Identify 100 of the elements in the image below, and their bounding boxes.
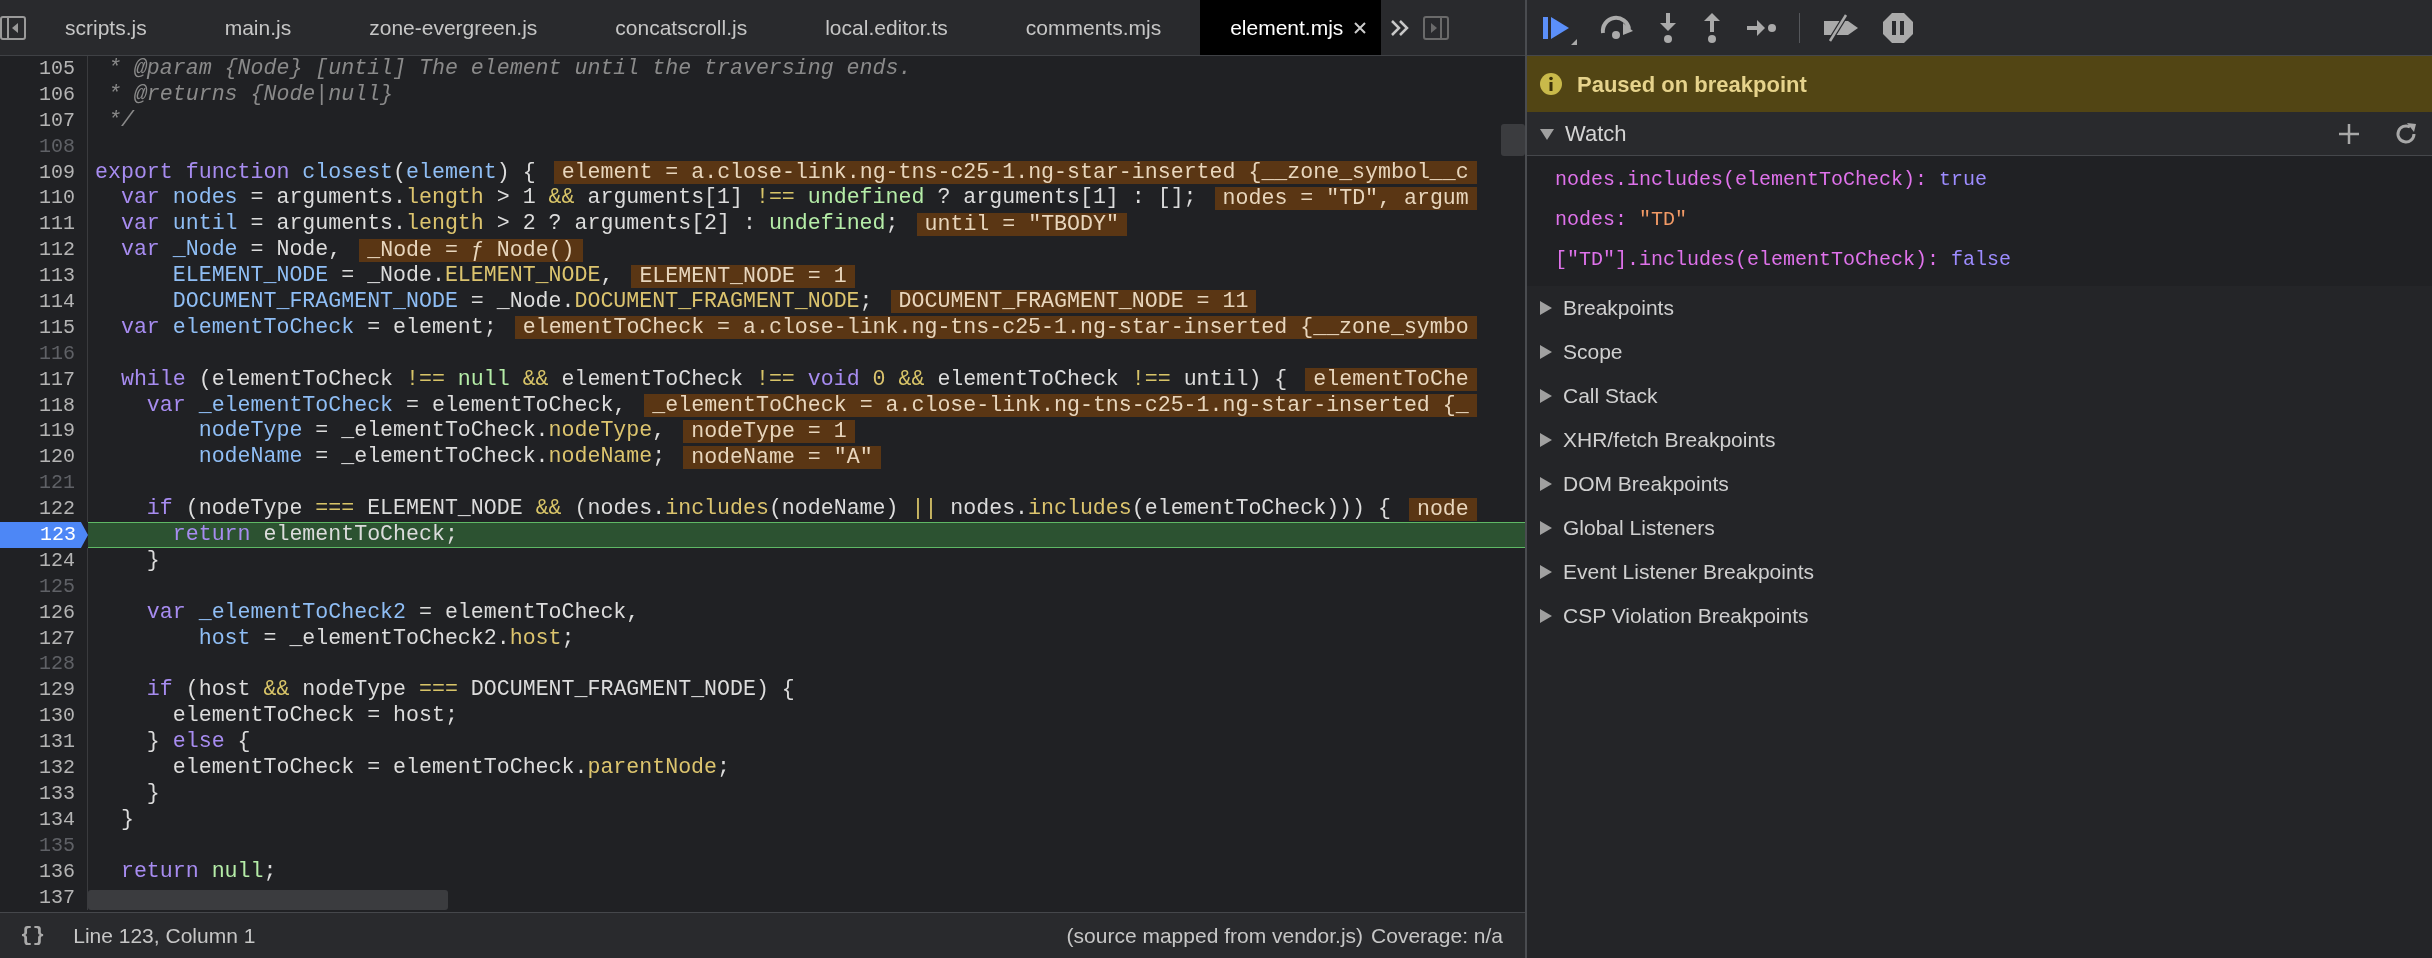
line-number[interactable]: 110 [0, 185, 88, 212]
editor-tab[interactable]: local.editor.ts [786, 0, 987, 55]
refresh-button[interactable] [2394, 121, 2418, 146]
line-number[interactable]: 132 [0, 755, 88, 781]
line-number[interactable]: 113 [0, 263, 88, 289]
section-header[interactable]: Breakpoints [1527, 286, 2432, 330]
sidebar-toggle-icon [1423, 15, 1450, 40]
deactivate-breakpoints-button[interactable] [1822, 12, 1860, 43]
section-header[interactable]: CSP Violation Breakpoints [1527, 594, 2432, 638]
section-title: Global Listeners [1563, 515, 1715, 542]
line-number[interactable]: 112 [0, 237, 88, 264]
line-number[interactable]: 120 [0, 444, 88, 471]
section-header[interactable]: Call Stack [1527, 374, 2432, 418]
line-number[interactable]: 106 [0, 81, 88, 108]
inline-value: node [1408, 497, 1477, 521]
code-text: host = _elementToCheck2.host; [197, 625, 575, 652]
watch-expression[interactable]: nodes.includes(elementToCheck): true [1527, 160, 2432, 200]
editor-tab[interactable]: element.mjs [1200, 0, 1382, 55]
section-title: Scope [1563, 339, 1623, 366]
code-text: var _elementToCheck2 = elementToCheck, [145, 599, 640, 626]
code-text: var _Node = Node, [119, 237, 342, 264]
line-number[interactable]: 117 [0, 366, 88, 393]
code-text: while (elementToCheck !== null && elementToCheck !== void 0 && elementToCheck !== until) { [119, 366, 1288, 393]
line-number[interactable]: 127 [0, 625, 88, 652]
line-number[interactable]: 129 [0, 677, 88, 704]
section-title: Event Listener Breakpoints [1563, 559, 1814, 586]
watch-expression[interactable]: nodes: "TD" [1527, 200, 2432, 240]
code-text: * @param {Node} [until] The element until the traversing ends. [106, 56, 912, 82]
close-icon[interactable] [1353, 20, 1368, 35]
code-text: if (host && nodeType === DOCUMENT_FRAGMENT_NODE) { [145, 677, 795, 704]
inline-value: nodeType = 1 [683, 419, 855, 443]
line-number[interactable]: 109 [0, 159, 88, 186]
info-icon [1539, 72, 1563, 96]
code-text: nodeName = _elementToCheck.nodeName; [197, 444, 666, 471]
line-number[interactable]: 111 [0, 211, 88, 238]
inline-value: nodeName = "A" [683, 445, 881, 469]
coverage-label: Coverage: n/a [1371, 922, 1503, 949]
code-text: return elementToCheck; [171, 522, 458, 548]
inline-value: DOCUMENT_FRAGMENT_NODE = 11 [890, 290, 1257, 314]
code-text: } else { [145, 729, 251, 756]
editor-tab[interactable]: comments.mjs [986, 0, 1201, 55]
code-text: elementToCheck = host; [171, 703, 458, 730]
line-number[interactable]: 133 [0, 780, 88, 807]
line-number[interactable]: 107 [0, 107, 88, 134]
inline-value: ELEMENT_NODE = 1 [631, 264, 855, 288]
code-text: if (nodeType === ELEMENT_NODE && (nodes.includes(nodeName) || nodes.includes(elementToCheck))) { [145, 496, 1391, 523]
editor-tab[interactable]: zone-evergreen.js [330, 0, 577, 55]
refresh-icon [2394, 121, 2418, 146]
section-header[interactable]: DOM Breakpoints [1527, 462, 2432, 506]
code-text: } [119, 806, 134, 833]
inline-value: elementToChe [1305, 368, 1477, 392]
section-title: Breakpoints [1563, 295, 1674, 322]
code-text: elementToCheck = elementToCheck.parentNode; [171, 755, 730, 781]
section-header[interactable]: Global Listeners [1527, 506, 2432, 550]
editor-tab[interactable]: scripts.js [26, 0, 186, 55]
line-number[interactable]: 130 [0, 703, 88, 730]
paused-message: Paused on breakpoint [1577, 70, 1807, 99]
scrollbar-thumb[interactable] [1501, 124, 1525, 156]
pause-octagon-icon [1882, 11, 1914, 44]
line-number[interactable]: 115 [0, 314, 88, 341]
section-header[interactable]: Event Listener Breakpoints [1527, 550, 2432, 594]
section-title: XHR/fetch Breakpoints [1563, 427, 1776, 454]
line-number[interactable]: 105 [0, 56, 88, 82]
code-text: var until = arguments.length > 2 ? arguments[2] : undefined; [119, 211, 899, 238]
code-text: DOCUMENT_FRAGMENT_NODE = _Node.DOCUMENT_FRAGMENT_NODE; [171, 289, 873, 315]
line-number[interactable]: 119 [0, 418, 88, 445]
inline-value: _elementToCheck = a.close-link.ng-tns-c25-1.ng-star-inserted {_ [644, 394, 1477, 417]
code-text: nodeType = _elementToCheck.nodeType, [197, 418, 666, 445]
add-expression-button[interactable] [2338, 122, 2360, 145]
line-number[interactable]: 126 [0, 599, 88, 626]
line-number[interactable]: 131 [0, 729, 88, 756]
watch-header[interactable]: Watch [1527, 112, 2432, 156]
watch-expression[interactable]: ["TD"].includes(elementToCheck): false [1527, 240, 2432, 280]
line-number[interactable]: 134 [0, 806, 88, 833]
code-text: export function closest(element) { [95, 159, 536, 186]
inline-value: until = "TBODY" [916, 212, 1127, 236]
code-text: ELEMENT_NODE = _Node.ELEMENT_NODE, [171, 263, 614, 290]
line-number[interactable]: 124 [0, 547, 88, 574]
code-text: } [145, 547, 160, 574]
pause-on-exceptions-button[interactable] [1882, 11, 1914, 44]
line-number[interactable]: 136 [0, 858, 88, 885]
inline-value: nodes = "TD", argum [1214, 186, 1477, 210]
plus-icon [2338, 122, 2360, 145]
line-number[interactable]: 114 [0, 289, 88, 315]
inline-value: element = a.close-link.ng-tns-c25-1.ng-star-inserted {__zone_symbol__c [553, 161, 1477, 184]
pretty-print-button[interactable]: {} [20, 919, 46, 952]
source-map-note: (source mapped from vendor.js) [1066, 922, 1364, 949]
source-link[interactable]: vendor.js [1272, 923, 1357, 947]
section-header[interactable]: XHR/fetch Breakpoints [1527, 418, 2432, 462]
inline-value: _Node = ƒ Node() [359, 238, 583, 262]
sidebar-toggle-icon [0, 15, 26, 40]
editor-tab[interactable]: concatscroll.js [576, 0, 787, 55]
line-number[interactable]: 118 [0, 392, 88, 419]
code-text: * @returns {Node|null} [106, 81, 394, 108]
section-title: Call Stack [1563, 383, 1658, 410]
code-text: } [145, 780, 160, 807]
scrollbar-thumb[interactable] [88, 890, 448, 910]
section-header[interactable]: Scope [1527, 330, 2432, 374]
editor-tab[interactable]: main.js [185, 0, 331, 55]
deactivated-breakpoint-icon [1822, 12, 1860, 43]
